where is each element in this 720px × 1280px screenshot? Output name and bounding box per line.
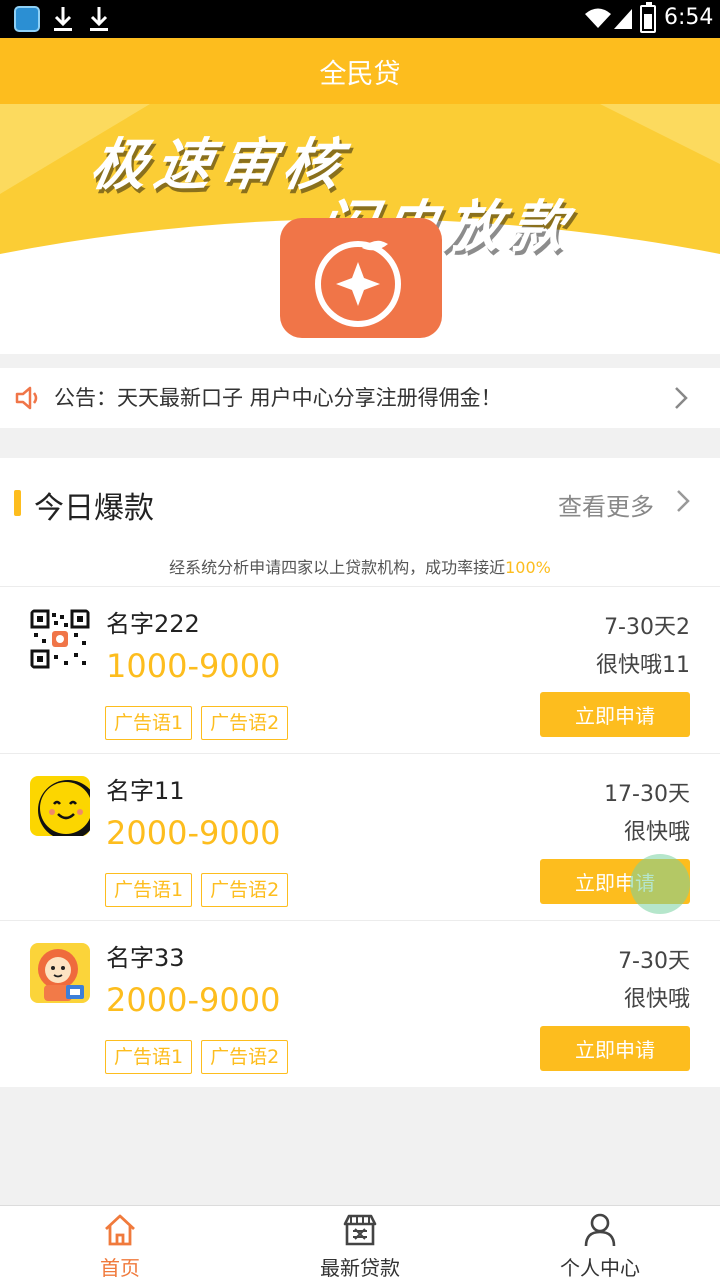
home-icon bbox=[105, 1214, 135, 1246]
nav-latest-loans[interactable]: 最新贷款 bbox=[240, 1206, 480, 1280]
list-item[interactable]: 名字222 1000-9000 广告语1 广告语2 7-30天2 很快哦11 立… bbox=[0, 586, 720, 753]
page-title: 全民贷 bbox=[319, 58, 401, 90]
app-header: 全民贷 bbox=[0, 38, 720, 104]
banner-headline-1: 极速审核 bbox=[85, 133, 353, 198]
status-time: 6:54 bbox=[664, 5, 714, 30]
product-name: 名字11 bbox=[106, 777, 185, 805]
nav-user-center[interactable]: 个人中心 bbox=[480, 1206, 720, 1280]
tag-list: 广告语1 广告语2 bbox=[105, 873, 289, 907]
announcement-text: 公告：天天最新口子 用户中心分享注册得佣金！ bbox=[54, 386, 502, 410]
download-icon bbox=[54, 7, 72, 31]
list-item[interactable]: 名字11 2000-9000 广告语1 广告语2 17-30天 很快哦 立即申请 bbox=[0, 753, 720, 920]
approval-speed: 很快哦 bbox=[623, 820, 690, 845]
loan-amount: 2000-9000 bbox=[106, 981, 281, 1019]
qr-code-icon bbox=[30, 609, 90, 669]
tag-list: 广告语1 广告语2 bbox=[105, 1040, 289, 1074]
battery-icon bbox=[640, 2, 656, 33]
apply-button[interactable]: 立即申请 bbox=[540, 1026, 690, 1071]
tag: 广告语2 bbox=[201, 873, 289, 907]
section-title: 今日爆款 bbox=[34, 491, 154, 526]
apply-button[interactable]: 立即申请 bbox=[540, 692, 690, 737]
loan-term: 17-30天 bbox=[604, 782, 690, 807]
nav-home[interactable]: 首页 bbox=[0, 1206, 240, 1280]
store-icon bbox=[343, 1214, 377, 1246]
section-accent-bar bbox=[14, 490, 21, 516]
approval-speed: 很快哦 bbox=[623, 987, 690, 1012]
wifi-icon bbox=[585, 8, 611, 28]
list-item[interactable]: 名字33 2000-9000 广告语1 广告语2 7-30天 很快哦 立即申请 bbox=[0, 920, 720, 1087]
nav-label: 首页 bbox=[100, 1256, 140, 1280]
smiley-face-icon bbox=[30, 776, 90, 836]
product-list: 名字222 1000-9000 广告语1 广告语2 7-30天2 很快哦11 立… bbox=[0, 586, 720, 1087]
person-icon bbox=[584, 1213, 616, 1247]
subtitle-text: 经系统分析申请四家以上贷款机构，成功率接近 bbox=[169, 558, 506, 577]
bottom-nav: 首页 最新贷款 个人中心 bbox=[0, 1205, 720, 1280]
touch-ripple bbox=[630, 854, 690, 914]
signal-icon bbox=[614, 9, 632, 29]
app-logo-icon bbox=[280, 218, 442, 338]
product-name: 名字222 bbox=[106, 610, 200, 638]
loan-amount: 2000-9000 bbox=[106, 814, 281, 852]
nav-label: 个人中心 bbox=[560, 1256, 640, 1280]
announcement-bar[interactable]: 公告：天天最新口子 用户中心分享注册得佣金！ bbox=[0, 368, 720, 428]
download-icon bbox=[90, 7, 108, 31]
lion-mascot-icon bbox=[30, 943, 90, 1003]
tag: 广告语1 bbox=[105, 873, 193, 907]
speaker-icon bbox=[15, 386, 38, 410]
loan-amount: 1000-9000 bbox=[106, 647, 281, 685]
nav-label: 最新贷款 bbox=[320, 1256, 400, 1280]
view-more-link[interactable]: 查看更多 bbox=[558, 487, 654, 522]
tag: 广告语1 bbox=[105, 1040, 193, 1074]
tag: 广告语2 bbox=[201, 706, 289, 740]
loan-term: 7-30天2 bbox=[604, 615, 690, 640]
chevron-right-icon bbox=[675, 387, 688, 409]
tag-list: 广告语1 广告语2 bbox=[105, 706, 289, 740]
section-subtitle: 经系统分析申请四家以上贷款机构，成功率接近100% bbox=[0, 554, 720, 578]
product-name: 名字33 bbox=[106, 944, 185, 972]
hot-products-section: 今日爆款 查看更多 经系统分析申请四家以上贷款机构，成功率接近100% bbox=[0, 458, 720, 586]
approval-speed: 很快哦11 bbox=[596, 653, 690, 678]
nox-app-icon bbox=[14, 6, 40, 32]
tag: 广告语2 bbox=[201, 1040, 289, 1074]
chevron-right-icon[interactable] bbox=[676, 489, 690, 513]
loan-term: 7-30天 bbox=[618, 949, 690, 974]
status-bar: 6:54 bbox=[0, 0, 720, 38]
tag: 广告语1 bbox=[105, 706, 193, 740]
success-rate: 100% bbox=[505, 558, 551, 577]
promo-banner[interactable]: 极速审核 闪电放款 bbox=[0, 104, 720, 354]
